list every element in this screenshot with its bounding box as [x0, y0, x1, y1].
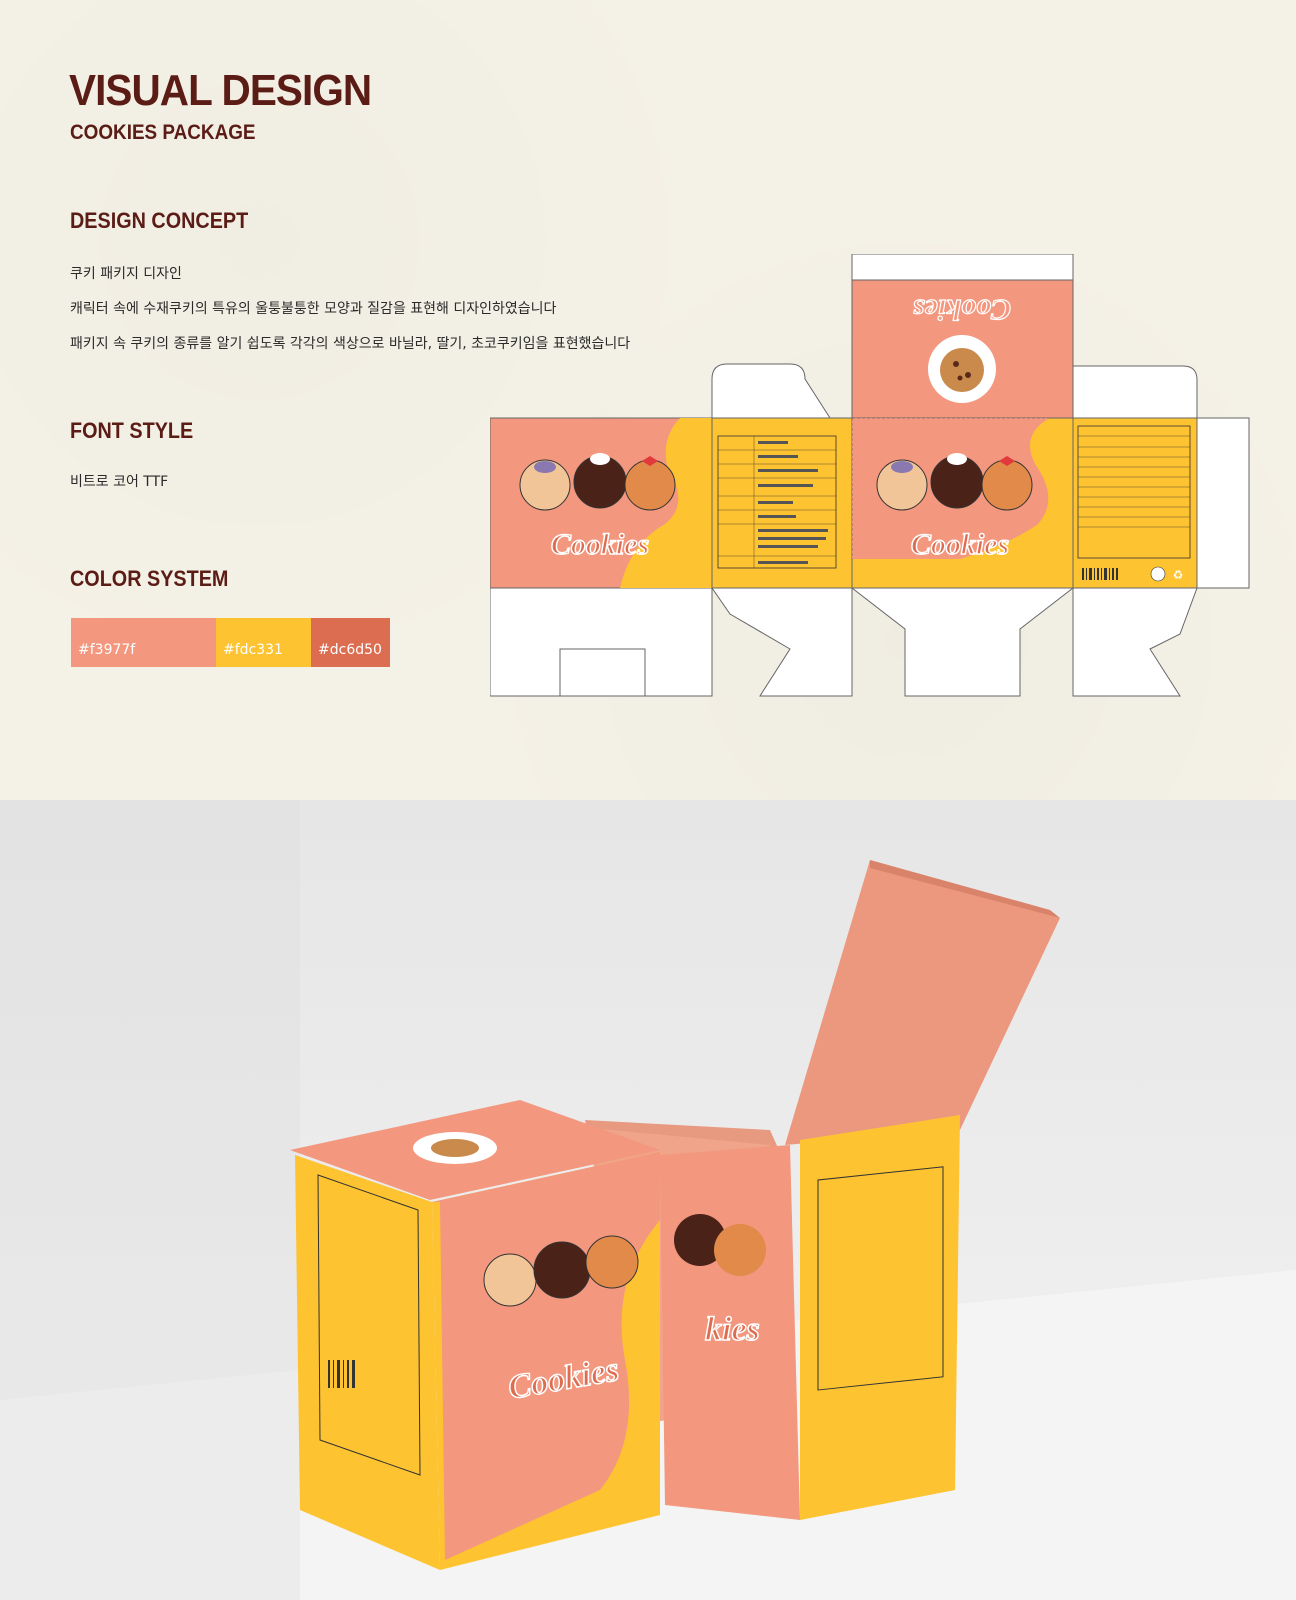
page-subtitle: COOKIES PACKAGE [70, 121, 256, 144]
font-style-value: 비트로 코어 TTF [70, 474, 169, 490]
concept-line-2: 캐릭터 속에 수재쿠키의 특유의 울퉁불퉁한 모양과 질감을 표현해 디자인하였… [70, 301, 557, 317]
box-mockup: kies Cookies [0, 800, 1296, 1600]
svg-text:kies: kies [705, 1311, 760, 1348]
page-title: VISUAL DESIGN [69, 66, 372, 115]
swatch-yellow: #fdc331 [216, 618, 311, 667]
svg-text:♻: ♻ [1173, 568, 1184, 582]
color-system-heading: COLOR SYSTEM [70, 566, 229, 591]
design-sheet: VISUAL DESIGN COOKIES PACKAGE DESIGN CON… [0, 0, 1296, 800]
front-brand-text: Cookies [551, 528, 649, 561]
swatch-salmon: #f3977f [71, 618, 216, 667]
package-dieline: Cookies Cookies Cookies ♻ [490, 254, 1250, 697]
swatch-terracotta: #dc6d50 [311, 618, 390, 667]
svg-text:Cookies: Cookies [911, 528, 1009, 561]
svg-text:Cookies: Cookies [913, 293, 1011, 326]
concept-heading: DESIGN CONCEPT [70, 208, 249, 233]
box-mockup-illustration: kies Cookies [0, 800, 1296, 1600]
color-swatches: #f3977f #fdc331 #dc6d50 [71, 618, 390, 667]
font-style-heading: FONT STYLE [70, 418, 194, 443]
concept-line-1: 쿠키 패키지 디자인 [70, 266, 182, 282]
